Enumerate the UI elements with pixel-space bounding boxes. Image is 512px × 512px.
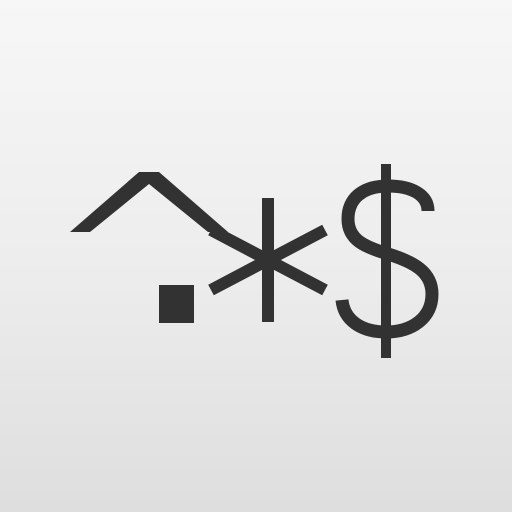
caret-glyph [70, 172, 228, 232]
asterisk-glyph [208, 198, 328, 322]
dollar-glyph [335, 164, 439, 358]
dot-glyph [159, 285, 194, 323]
regex-glyphs-svg [70, 164, 439, 358]
